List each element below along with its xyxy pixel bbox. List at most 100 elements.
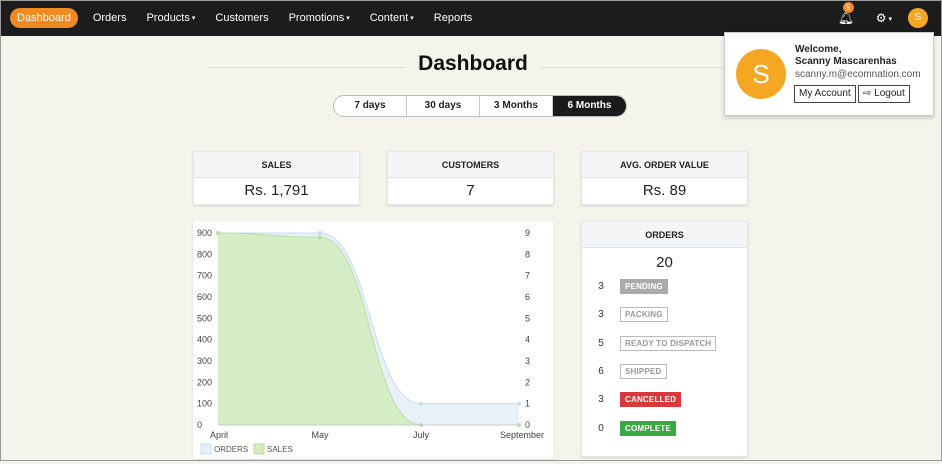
y-right-tick-label: 8 xyxy=(525,249,530,259)
y-left-tick-label: 0 xyxy=(197,420,202,430)
nav-item-label: Orders xyxy=(92,12,127,24)
sales-card-title: SALES xyxy=(194,152,359,178)
my-account-button[interactable]: My Account xyxy=(794,85,856,103)
customers-card-title: CUSTOMERS xyxy=(388,152,553,178)
sales-orders-chart-card: 0 100 200 300 400 500 600 700 800 900 0 1 2 3 4 5 6 7 8 9 Ap… xyxy=(193,221,554,459)
status-badge-shipped: SHIPPED xyxy=(620,363,667,379)
data-point-orders xyxy=(517,401,521,406)
order-status-row: 3 PENDING xyxy=(582,279,668,294)
status-badge-pending: PENDING xyxy=(620,279,668,294)
order-status-count: 3 xyxy=(598,309,604,321)
order-status-row: 3 CANCELLED xyxy=(582,392,682,408)
nav-item-promotions[interactable]: Promotions ▾ xyxy=(279,8,360,28)
notification-count-badge: 5 xyxy=(842,2,854,13)
order-status-count: 3 xyxy=(598,281,604,292)
y-right-tick-label: 6 xyxy=(525,292,530,302)
nav-item-customers[interactable]: Customers xyxy=(205,8,278,28)
logout-icon: ⇨ xyxy=(863,88,872,99)
y-right-tick-label: 7 xyxy=(525,271,530,281)
nav-item-label: Reports xyxy=(433,12,473,24)
settings-button[interactable]: ⚙ ▾ xyxy=(876,11,892,25)
status-badge-cancelled: CANCELLED xyxy=(620,392,682,408)
top-navbar: Dashboard Orders Products ▾ Customers Promoti… xyxy=(0,0,942,36)
order-status-count: 6 xyxy=(598,365,604,377)
data-point-orders xyxy=(419,401,423,406)
order-status-row: 5 READY TO DISPATCH xyxy=(582,335,717,351)
y-right-tick-label: 1 xyxy=(525,399,530,409)
gear-icon: ⚙ xyxy=(875,11,887,25)
sales-card: SALES Rs. 1,791 xyxy=(193,151,360,205)
avg-order-card-title: AVG. ORDER VALUE xyxy=(582,152,747,178)
legend-swatch-sales xyxy=(253,443,265,455)
range-tab-7-days[interactable]: 7 days xyxy=(334,96,407,116)
sales-value: Rs. 1,791 xyxy=(244,182,309,199)
y-left-tick-label: 900 xyxy=(197,228,212,238)
nav-item-reports[interactable]: Reports xyxy=(424,8,483,28)
page-title: Dashboard xyxy=(406,52,540,75)
nav-item-content[interactable]: Content ▾ xyxy=(360,8,424,28)
nav-item-orders[interactable]: Orders xyxy=(83,8,137,28)
y-left-tick-label: 400 xyxy=(197,335,212,345)
user-menu-dropdown: S Welcome, Scanny Mascarenhas scanny.m@e… xyxy=(724,32,934,116)
order-status-row: 0 COMPLETE xyxy=(582,420,677,436)
series-area-sales xyxy=(218,233,519,425)
nav-right: 🔔︎ 5 ⚙ ▾ S xyxy=(838,0,942,36)
order-status-row: 6 SHIPPED xyxy=(582,363,667,379)
nav-item-label: Promotions xyxy=(288,12,345,24)
chevron-down-icon: ▾ xyxy=(410,15,414,22)
x-tick-label: April xyxy=(210,430,228,440)
y-left-tick-label: 500 xyxy=(197,313,212,323)
main-nav: Dashboard Orders Products ▾ Customers Promoti… xyxy=(0,8,482,28)
x-tick-label: May xyxy=(311,430,329,440)
customers-value: 7 xyxy=(466,182,475,199)
legend-label-orders: ORDERS xyxy=(214,445,248,454)
legend-label-sales: SALES xyxy=(267,445,293,454)
sales-orders-chart: 0 100 200 300 400 500 600 700 800 900 0 1 2 3 4 5 6 7 8 9 Ap… xyxy=(197,228,544,455)
y-left-tick-label: 800 xyxy=(197,249,212,259)
y-left-tick-label: 100 xyxy=(197,399,212,409)
order-status-count: 3 xyxy=(598,394,604,406)
chevron-down-icon: ▾ xyxy=(346,15,350,22)
y-right-tick-label: 9 xyxy=(525,228,530,238)
customers-card: CUSTOMERS 7 xyxy=(387,151,554,205)
orders-card-title: ORDERS xyxy=(582,222,747,248)
order-status-row: 3 PACKING xyxy=(582,307,668,323)
nav-item-label: Content xyxy=(369,12,409,24)
order-status-count: 5 xyxy=(598,337,604,349)
orders-total: 20 xyxy=(656,254,673,271)
status-badge-complete: COMPLETE xyxy=(620,420,677,436)
order-status-count: 0 xyxy=(598,422,604,434)
logout-label: Logout xyxy=(874,88,905,99)
date-range-selector: 7 days 30 days 3 Months 6 Months xyxy=(333,95,627,117)
legend-swatch-orders xyxy=(200,443,212,455)
user-avatar-large: S xyxy=(736,49,786,99)
orders-card: ORDERS 20 3 PENDING 3 PACKING 5 READY TO DISP… xyxy=(581,221,748,457)
logout-button[interactable]: ⇨ Logout xyxy=(858,85,910,103)
data-point-orders xyxy=(318,231,322,235)
nav-item-products[interactable]: Products ▾ xyxy=(136,8,205,28)
x-tick-label: September xyxy=(500,430,544,440)
y-left-tick-label: 200 xyxy=(197,377,212,387)
avg-order-card: AVG. ORDER VALUE Rs. 89 xyxy=(581,151,748,205)
nav-item-label: Products xyxy=(146,12,190,24)
user-avatar-button[interactable]: S xyxy=(908,8,928,28)
y-right-tick-label: 0 xyxy=(525,420,530,430)
data-point-sales xyxy=(216,231,220,235)
nav-item-label: Customers xyxy=(215,12,269,24)
y-left-tick-label: 700 xyxy=(197,271,212,281)
user-email: scanny.m@ecomnation.com xyxy=(795,69,921,80)
range-tab-3-months[interactable]: 3 Months xyxy=(480,96,553,116)
welcome-text: Welcome, xyxy=(795,44,842,55)
nav-item-dashboard[interactable]: Dashboard xyxy=(10,8,78,28)
chevron-down-icon: ▾ xyxy=(191,15,196,22)
x-tick-label: July xyxy=(413,430,430,440)
y-left-tick-label: 300 xyxy=(197,356,212,366)
range-tab-30-days[interactable]: 30 days xyxy=(407,96,480,116)
nav-item-label: Dashboard xyxy=(17,12,71,24)
chevron-down-icon: ▾ xyxy=(888,16,892,23)
y-right-tick-label: 5 xyxy=(525,313,530,323)
avg-order-value: Rs. 89 xyxy=(642,182,687,199)
range-tab-6-months[interactable]: 6 Months xyxy=(553,96,626,116)
y-left-tick-label: 600 xyxy=(197,292,212,302)
notifications-button[interactable]: 🔔︎ 5 xyxy=(838,2,858,26)
